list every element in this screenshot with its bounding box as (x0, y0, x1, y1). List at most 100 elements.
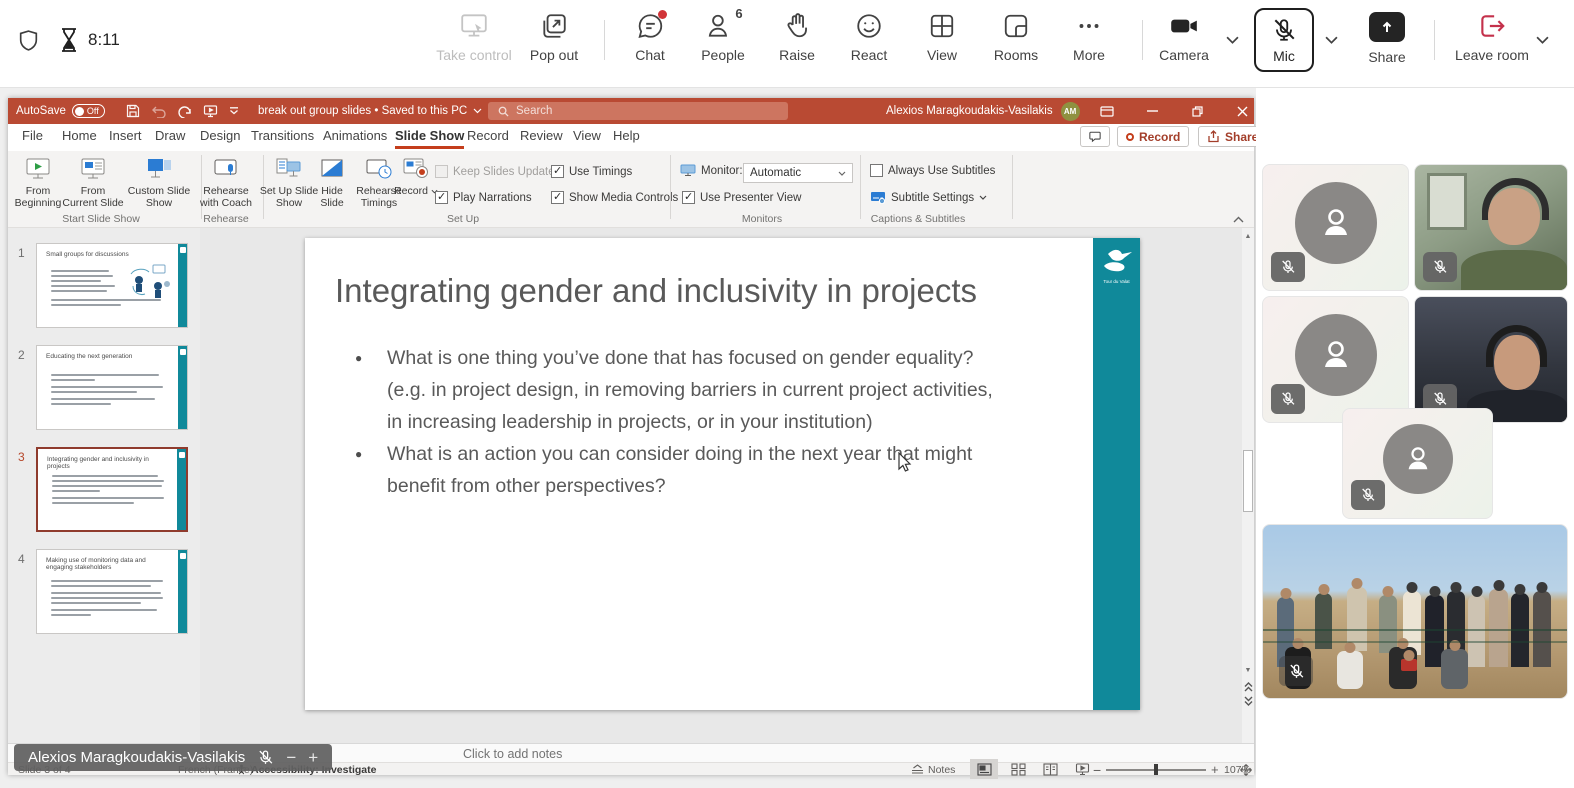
hide-slide-button[interactable]: Hide Slide (309, 156, 355, 210)
tab-help[interactable]: Help (613, 128, 640, 143)
avatar[interactable]: AM (1061, 102, 1080, 121)
tab-slide-show[interactable]: Slide Show (395, 128, 464, 149)
comments-button[interactable] (1080, 126, 1110, 147)
fit-to-window-button[interactable] (1240, 763, 1252, 776)
shield-icon (16, 27, 41, 54)
leave-options-chevron[interactable] (1536, 36, 1549, 44)
notes-placeholder: Click to add notes (463, 747, 562, 761)
show-media-controls-checkbox[interactable]: Show Media Controls (551, 191, 678, 204)
normal-view-button[interactable] (970, 759, 998, 779)
tab-review[interactable]: Review (520, 128, 563, 143)
participant-tile-video[interactable] (1414, 296, 1568, 423)
tab-animations[interactable]: Animations (323, 128, 387, 143)
current-slide[interactable]: Integrating gender and inclusivity in pr… (305, 238, 1140, 710)
restore-button[interactable] (1190, 106, 1205, 117)
scroll-up-button[interactable]: ▲ (1242, 230, 1254, 243)
tab-view[interactable]: View (573, 128, 601, 143)
subtitle-settings-button[interactable]: Subtitle Settings (870, 191, 987, 204)
hourglass-icon (57, 26, 81, 54)
account-name[interactable]: Alexios Maragkoudakis-Vasilakis (886, 105, 1053, 117)
ribbon-tabs: File Home Insert Draw Design Transitions… (8, 124, 1254, 151)
camera-options-chevron[interactable] (1226, 36, 1239, 44)
rooms-icon (1002, 12, 1030, 40)
search-input[interactable]: Search (488, 102, 788, 120)
autosave-toggle[interactable]: AutoSave Off (16, 98, 105, 124)
record-ribbon-button[interactable]: Record (394, 156, 438, 197)
minimize-button[interactable] (1145, 110, 1160, 112)
mouse-cursor (898, 452, 912, 472)
slide-bullet: What is one thing you’ve done that has f… (353, 342, 1013, 438)
tab-record[interactable]: Record (467, 128, 509, 143)
participant-tile-group-video[interactable] (1262, 524, 1568, 699)
customize-qat-chevron[interactable] (229, 107, 239, 115)
tab-file[interactable]: File (22, 128, 43, 143)
use-presenter-view-checkbox[interactable]: Use Presenter View (682, 191, 801, 204)
save-icon[interactable] (126, 104, 140, 118)
meeting-timer: 8:11 (88, 30, 120, 50)
tab-home[interactable]: Home (62, 128, 97, 143)
record-button[interactable]: Record (1117, 126, 1189, 147)
mic-button[interactable]: Mic (1254, 8, 1314, 72)
tab-design[interactable]: Design (200, 128, 240, 143)
slide-show-view-button[interactable] (1068, 759, 1096, 779)
tab-draw[interactable]: Draw (155, 128, 185, 143)
slideshow-qat-icon[interactable] (203, 104, 218, 118)
scroll-down-button[interactable]: ▼ (1242, 664, 1254, 677)
undo-icon[interactable] (151, 105, 166, 118)
participant-tile-avatar[interactable] (1262, 164, 1409, 291)
slide-thumbnail-3[interactable]: Integrating gender and inclusivity in pr… (36, 447, 188, 532)
scrollbar-thumb[interactable] (1243, 450, 1253, 512)
more-button[interactable]: More (1044, 12, 1134, 63)
play-narrations-checkbox[interactable]: Play Narrations (435, 191, 532, 204)
slide-thumbnail-2[interactable]: Educating the next generation (36, 345, 188, 430)
participants-panel (1256, 88, 1574, 788)
redo-icon[interactable] (177, 105, 192, 118)
view-icon (928, 12, 956, 40)
leave-room-button[interactable]: Leave room (1440, 12, 1544, 63)
take-control-icon (459, 12, 489, 40)
participant-tile-avatar[interactable] (1262, 296, 1409, 423)
close-button[interactable] (1235, 106, 1250, 117)
camera-button[interactable]: Camera (1139, 12, 1229, 63)
thumbnail-number: 2 (18, 348, 25, 362)
keep-slides-updated-checkbox[interactable]: Keep Slides Updated (435, 165, 561, 178)
document-title[interactable]: break out group slides • Saved to this P… (258, 98, 482, 124)
from-current-slide-icon (78, 156, 108, 182)
participant-tile-avatar[interactable] (1342, 408, 1493, 519)
group-photo-figure (1337, 651, 1363, 689)
overlay-plus-button[interactable]: + (308, 748, 318, 768)
participant-tile-video[interactable] (1414, 164, 1568, 291)
zoom-slider-thumb[interactable] (1154, 764, 1158, 775)
slide-sorter-view-button[interactable] (1004, 759, 1032, 779)
tab-insert[interactable]: Insert (109, 128, 142, 143)
more-icon (1075, 12, 1103, 40)
from-beginning-icon (23, 156, 53, 182)
reading-view-button[interactable] (1036, 759, 1064, 779)
use-timings-checkbox[interactable]: Use Timings (551, 165, 632, 178)
tab-transitions[interactable]: Transitions (251, 128, 314, 143)
zoom-out-button[interactable]: − (1093, 763, 1101, 776)
slide-accent-band: Tour du Valat (1093, 238, 1140, 710)
mic-options-chevron[interactable] (1325, 36, 1338, 44)
slide-thumbnail-panel: 1 Small groups for discussions 2 (8, 228, 200, 743)
leave-icon (1477, 12, 1507, 40)
from-beginning-button[interactable]: From Beginning (10, 156, 66, 210)
share-button[interactable]: Share (1342, 12, 1432, 65)
previous-slide-button[interactable] (1242, 680, 1254, 693)
slide-thumbnail-1[interactable]: Small groups for discussions (36, 243, 188, 328)
zoom-in-button[interactable]: + (1211, 763, 1219, 776)
always-use-subtitles-checkbox[interactable]: Always Use Subtitles (870, 164, 995, 177)
mic-muted-icon (1271, 17, 1297, 43)
from-current-slide-button[interactable]: From Current Slide (62, 156, 124, 210)
custom-slide-show-button[interactable]: Custom Slide Show (126, 156, 192, 210)
ribbon-display-options-icon[interactable] (1100, 106, 1115, 117)
collapse-ribbon-chevron[interactable] (1233, 216, 1244, 223)
monitor-select[interactable]: Automatic (743, 163, 853, 183)
overlay-minus-button[interactable]: − (286, 748, 296, 768)
notes-toggle[interactable]: Notes (911, 763, 955, 776)
next-slide-button[interactable] (1242, 694, 1254, 707)
rehearse-with-coach-button[interactable]: Rehearse with Coach (194, 156, 258, 210)
slide-thumbnail-4[interactable]: Making use of monitoring data and engagi… (36, 549, 188, 634)
take-control-button[interactable]: Take control (429, 12, 519, 63)
pop-out-button[interactable]: Pop out (509, 12, 599, 63)
